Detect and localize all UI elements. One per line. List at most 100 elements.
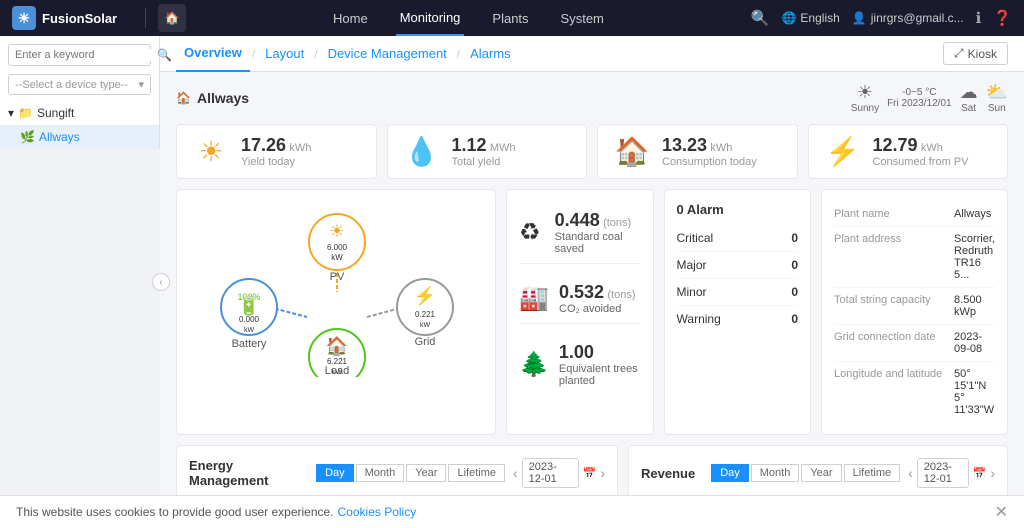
sun-label: Sun bbox=[988, 103, 1006, 114]
revenue-tab-lifetime[interactable]: Lifetime bbox=[844, 464, 901, 482]
coal-icon: ♻ bbox=[519, 218, 545, 247]
svg-text:☀: ☀ bbox=[329, 221, 345, 241]
sidebar-item-allways[interactable]: 🌿 Allways bbox=[0, 125, 159, 149]
consumed-pv-icon: ⚡ bbox=[823, 135, 863, 168]
coordinates-label: Longitude and latitude bbox=[834, 368, 954, 416]
stat-yield-today: ☀ 17.26 kWh Yield today bbox=[176, 124, 377, 179]
kiosk-label: Kiosk bbox=[968, 47, 997, 61]
energy-tab-month[interactable]: Month bbox=[356, 464, 405, 482]
stat-value-row: 1.12 MWh bbox=[452, 135, 516, 156]
weather-bar: ☀ Sunny -0~5 °C Fri 2023/12/01 ☁ Sat bbox=[851, 82, 1008, 114]
yield-icon: ☀ bbox=[191, 135, 231, 168]
sidebar: 🔍 --Select a device type-- ▾ ▾ 📁 Sungift… bbox=[0, 36, 160, 149]
cookie-policy-link[interactable]: Cookies Policy bbox=[338, 505, 417, 519]
home-nav-icon[interactable]: 🏠 bbox=[158, 4, 186, 32]
flow-diagram-card: ☀ 6.000 kW PV 100% 🔋 0.000 kW Battery bbox=[176, 189, 496, 435]
coal-label: Standard coal saved bbox=[555, 231, 641, 255]
search-input[interactable] bbox=[15, 49, 157, 61]
calendar-icon[interactable]: 📅 bbox=[583, 467, 597, 480]
nav-item-system[interactable]: System bbox=[557, 0, 608, 36]
search-icon[interactable]: 🔍 bbox=[751, 9, 770, 27]
info-coordinates: Longitude and latitude 50° 15'1"N 5° 11'… bbox=[834, 362, 995, 422]
stat-consumed-pv: ⚡ 12.79 kWh Consumed from PV bbox=[808, 124, 1009, 179]
svg-text:kW: kW bbox=[420, 322, 431, 329]
sidebar-search[interactable]: 🔍 bbox=[8, 44, 151, 66]
stat-content: 1.12 MWh Total yield bbox=[452, 135, 516, 168]
plant-name-label: Plant name bbox=[834, 208, 954, 220]
revenue-tab-year[interactable]: Year bbox=[801, 464, 841, 482]
tab-layout[interactable]: Layout bbox=[257, 36, 312, 72]
alarm-minor-label: Minor bbox=[677, 285, 707, 299]
svg-text:Battery: Battery bbox=[232, 338, 267, 350]
env-coal: ♻ 0.448 (tons) Standard coal saved bbox=[519, 202, 641, 264]
revenue-tab-day[interactable]: Day bbox=[711, 464, 749, 482]
tab-alarms[interactable]: Alarms bbox=[462, 36, 518, 72]
nav-item-monitoring[interactable]: Monitoring bbox=[396, 0, 465, 36]
revenue-calendar-icon[interactable]: 📅 bbox=[973, 467, 987, 480]
coordinates-value: 50° 15'1"N 5° 11'33"W bbox=[954, 368, 995, 416]
svg-text:Grid: Grid bbox=[415, 336, 436, 348]
alarm-minor-count: 0 bbox=[791, 285, 798, 299]
globe-icon: 🌐 bbox=[781, 11, 796, 25]
plant-info-card: Plant name Allways Plant address Scorrie… bbox=[821, 189, 1008, 435]
kiosk-icon: ⤢ bbox=[954, 46, 964, 61]
revenue-next-btn[interactable]: › bbox=[990, 465, 995, 481]
sidebar-item-sungift[interactable]: ▾ 📁 Sungift bbox=[0, 101, 159, 125]
revenue-chart-nav: ‹ 2023-12-01 📅 › bbox=[908, 458, 995, 488]
sub-nav-right: ⤢ Kiosk bbox=[943, 42, 1008, 65]
total-yield-icon: 💧 bbox=[402, 135, 442, 168]
kiosk-button[interactable]: ⤢ Kiosk bbox=[943, 42, 1008, 65]
svg-text:6.000: 6.000 bbox=[327, 243, 348, 252]
energy-tab-day[interactable]: Day bbox=[316, 464, 354, 482]
user-icon: 👤 bbox=[852, 11, 867, 25]
revenue-date-display[interactable]: 2023-12-01 bbox=[917, 458, 969, 488]
energy-tab-lifetime[interactable]: Lifetime bbox=[448, 464, 505, 482]
user-menu[interactable]: 👤 jinrgrs@gmail.c... bbox=[852, 11, 964, 25]
revenue-tab-month[interactable]: Month bbox=[751, 464, 800, 482]
nav-item-plants[interactable]: Plants bbox=[488, 0, 532, 36]
svg-text:kW: kW bbox=[244, 327, 255, 334]
alarm-critical-count: 0 bbox=[791, 231, 798, 245]
plant-name-value: Allways bbox=[954, 208, 991, 220]
language-selector[interactable]: 🌐 English bbox=[781, 11, 839, 25]
co2-unit: (tons) bbox=[607, 289, 635, 301]
tab-device-management[interactable]: Device Management bbox=[320, 36, 455, 72]
flow-diagram: ☀ 6.000 kW PV 100% 🔋 0.000 kW Battery bbox=[189, 202, 483, 377]
energy-date-display[interactable]: 2023-12-01 bbox=[522, 458, 579, 488]
revenue-prev-btn[interactable]: ‹ bbox=[908, 465, 913, 481]
main-layout: 🔍 --Select a device type-- ▾ ▾ 📁 Sungift… bbox=[0, 36, 1024, 528]
top-navigation: ☀ FusionSolar 🏠 Home Monitoring Plants S… bbox=[0, 0, 1024, 36]
temp-value: -0~5 °C bbox=[902, 87, 936, 98]
search-icon: 🔍 bbox=[157, 48, 172, 62]
environment-card: ♻ 0.448 (tons) Standard coal saved 🏭 bbox=[506, 189, 654, 435]
sidebar-collapse-handle[interactable]: ‹ bbox=[152, 273, 170, 291]
nav-item-home[interactable]: Home bbox=[329, 0, 372, 36]
flow-svg: ☀ 6.000 kW PV 100% 🔋 0.000 kW Battery bbox=[189, 202, 485, 377]
plant-icon: 🌿 bbox=[20, 130, 35, 144]
yield-label: Yield today bbox=[241, 156, 311, 168]
partly-cloudy-icon: ⛅ bbox=[986, 82, 1008, 103]
info-icon[interactable]: ℹ bbox=[976, 9, 982, 27]
stat-consumption: 🏠 13.23 kWh Consumption today bbox=[597, 124, 798, 179]
logo[interactable]: ☀ FusionSolar bbox=[12, 6, 117, 30]
plant-address-value: Scorrier, Redruth TR16 5... bbox=[954, 233, 995, 281]
sidebar-tree: ▾ 📁 Sungift 🌿 Allways bbox=[0, 101, 159, 149]
device-type-select[interactable]: --Select a device type-- ▾ bbox=[8, 74, 151, 95]
energy-prev-btn[interactable]: ‹ bbox=[513, 465, 518, 481]
stat-content: 13.23 kWh Consumption today bbox=[662, 135, 757, 168]
username-label: jinrgrs@gmail.c... bbox=[871, 11, 964, 25]
energy-tab-year[interactable]: Year bbox=[406, 464, 446, 482]
stat-content: 17.26 kWh Yield today bbox=[241, 135, 311, 168]
tab-overview[interactable]: Overview bbox=[176, 36, 250, 72]
energy-next-btn[interactable]: › bbox=[600, 465, 605, 481]
coal-value: 0.448 bbox=[555, 210, 600, 230]
string-capacity-label: Total string capacity bbox=[834, 294, 954, 318]
nav-right: 🔍 🌐 English 👤 jinrgrs@gmail.c... ℹ ❓ bbox=[751, 9, 1012, 27]
svg-text:kW: kW bbox=[331, 253, 343, 262]
energy-chart-nav: ‹ 2023-12-01 📅 › bbox=[513, 458, 605, 488]
stat-value-row: 12.79 kWh bbox=[873, 135, 969, 156]
help-icon[interactable]: ❓ bbox=[993, 9, 1012, 27]
cookie-close-button[interactable]: ✕ bbox=[995, 502, 1008, 522]
coal-unit: (tons) bbox=[603, 217, 631, 229]
env-trees: 🌲 1.00 Equivalent trees planted bbox=[519, 334, 641, 395]
